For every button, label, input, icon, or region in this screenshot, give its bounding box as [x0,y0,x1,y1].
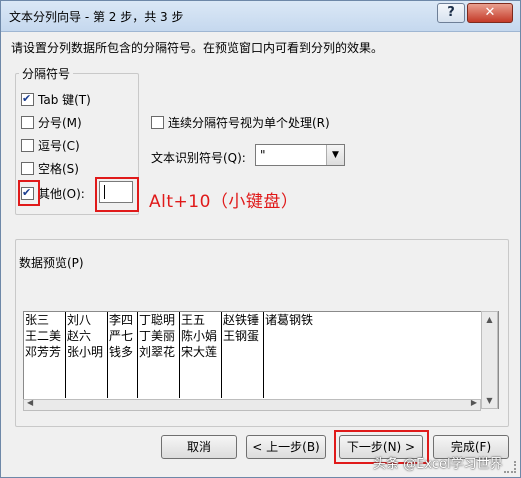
data-preview-label: 数据预览(P) [19,256,84,270]
tab-checkbox-row[interactable]: Tab 键(T) [21,91,91,108]
preview-cell: 陈小娟 [181,329,218,343]
text-qualifier-label: 文本识别符号(Q): [151,151,246,165]
instruction-text: 请设置分列数据所包含的分隔符号。在预览窗口内可看到分列的效果。 [11,41,384,55]
preview-cell: 丁聪明 [139,313,176,327]
delimiters-group-label: 分隔符号 [19,65,74,82]
semicolon-checkbox-row[interactable]: 分号(M) [21,115,82,131]
scroll-left-icon[interactable]: ◀ [27,398,33,407]
preview-cell: 严七 [109,329,134,343]
preview-column[interactable]: 丁聪明 丁美丽 刘翠花 [138,312,180,398]
resize-grip-icon[interactable] [504,461,516,473]
comma-checkbox[interactable] [21,139,34,152]
consecutive-delimiters-checkbox[interactable] [151,116,164,129]
preview-cell: 丁美丽 [139,329,176,343]
preview-column[interactable]: 赵铁锤 王钢蛋 [222,312,264,398]
keyboard-hint-annotation: Alt+10（小键盘） [149,192,299,212]
preview-cell: 宋大莲 [181,345,218,359]
semicolon-checkbox[interactable] [21,116,34,129]
preview-column[interactable]: 李四 严七 钱多 [108,312,138,398]
preview-cell: 赵六 [67,329,92,343]
watermark: 头条 @Excel学习世界 [373,457,503,472]
preview-column[interactable]: 王五 陈小娟 宋大莲 [180,312,222,398]
preview-cell: 王钢蛋 [223,329,260,343]
preview-column[interactable]: 张三 王二美 邓芳芳 [24,312,66,398]
preview-cell: 诸葛钢铁 [265,313,314,327]
space-checkbox-label: 空格(S) [38,162,79,176]
preview-cell: 王五 [181,313,206,327]
cancel-button[interactable]: 取消 [161,435,237,459]
other-input-highlight [95,177,139,212]
preview-vertical-scrollbar[interactable]: ▲ ▼ [481,311,498,409]
help-button[interactable]: ? [437,3,465,23]
preview-cell: 张小明 [67,345,104,359]
preview-horizontal-scrollbar[interactable]: ◀ ▶ [23,398,481,411]
preview-cell: 刘翠花 [139,345,176,359]
space-checkbox[interactable] [21,162,34,175]
data-preview-area[interactable]: 张三 王二美 邓芳芳 刘八 赵六 张小明 李四 严七 钱多 丁聪明 丁美丽 刘翠花 王五 陈小娟 宋大莲 赵铁… [23,311,499,409]
text-to-columns-wizard-dialog: 文本分列向导 - 第 2 步，共 3 步 ? ✕ 请设置分列数据所包含的分隔符号… [0,0,521,478]
chevron-down-icon[interactable]: ▼ [326,145,344,165]
preview-cell: 李四 [109,313,134,327]
comma-checkbox-row[interactable]: 逗号(C) [21,138,80,154]
scroll-down-icon[interactable]: ▼ [482,393,497,408]
preview-cell: 钱多 [109,345,134,359]
other-checkbox-label: 其他(O): [38,187,85,201]
scroll-up-icon[interactable]: ▲ [482,312,497,327]
preview-column[interactable]: 刘八 赵六 张小明 [66,312,108,398]
preview-cell: 刘八 [67,313,92,327]
tab-checkbox-label: Tab 键(T) [38,93,91,107]
tab-checkbox[interactable] [21,91,34,107]
scroll-right-icon[interactable]: ▶ [471,398,477,407]
other-checkbox-highlight [18,180,40,206]
comma-checkbox-label: 逗号(C) [38,139,80,153]
back-button[interactable]: < 上一步(B) [246,435,326,459]
consecutive-delimiters-label: 连续分隔符号视为单个处理(R) [168,116,330,130]
text-qualifier-value: " [260,148,266,162]
preview-cell: 张三 [25,313,50,327]
preview-cell: 王二美 [25,329,62,343]
preview-cell: 邓芳芳 [25,345,62,359]
close-button[interactable]: ✕ [467,3,513,23]
semicolon-checkbox-label: 分号(M) [38,116,82,130]
preview-cell: 赵铁锤 [223,313,260,327]
consecutive-delimiters-row[interactable]: 连续分隔符号视为单个处理(R) [151,114,330,131]
dialog-title: 文本分列向导 - 第 2 步，共 3 步 [9,10,184,24]
space-checkbox-row[interactable]: 空格(S) [21,161,79,177]
title-bar[interactable]: 文本分列向导 - 第 2 步，共 3 步 ? ✕ [1,1,520,32]
text-qualifier-select[interactable]: " ▼ [255,144,345,166]
preview-column[interactable]: 诸葛钢铁 [264,312,320,398]
